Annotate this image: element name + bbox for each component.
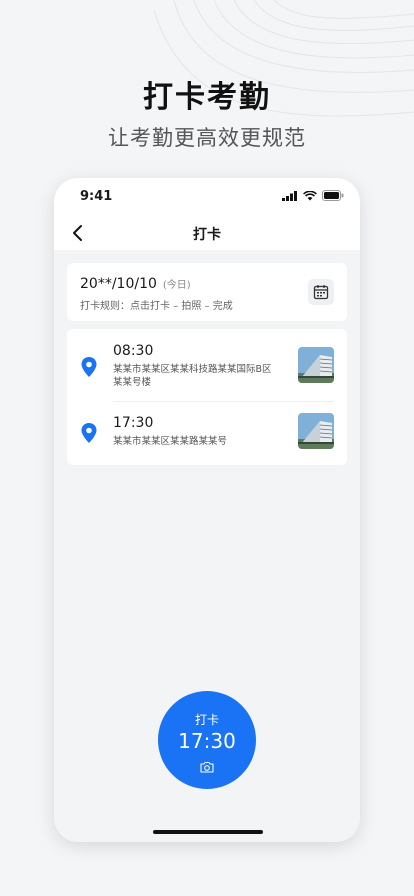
current-date: 20**/10/10: [80, 276, 157, 292]
record-photo-thumbnail[interactable]: [298, 413, 334, 449]
home-indicator: [153, 830, 263, 834]
record-address: 某某市某某区某某路某某号: [113, 436, 228, 447]
today-badge: (今日): [162, 280, 191, 291]
location-pin-icon: [81, 423, 97, 443]
nav-title: 打卡: [193, 227, 221, 243]
battery-icon: [322, 190, 344, 201]
location-pin-icon: [81, 357, 97, 377]
punch-button-label: 打卡: [194, 713, 219, 727]
punch-button[interactable]: 打卡 17:30: [158, 691, 256, 789]
record-photo-thumbnail[interactable]: [298, 347, 334, 383]
status-bar: 9:41: [54, 178, 360, 216]
calendar-icon: [313, 285, 329, 300]
record-divider: [113, 401, 334, 402]
record-time: 08:30: [113, 343, 154, 359]
date-text: 20**/10/10 (今日): [80, 276, 191, 292]
hero-subtitle: 让考勤更高效更规范: [108, 126, 306, 150]
phone-mockup: 9:41 打卡 20**/10/10 (今日) 打卡规则：点击打卡 – 拍照 – …: [54, 178, 360, 842]
date-card: 20**/10/10 (今日) 打卡规则：点击打卡 – 拍照 – 完成: [67, 263, 347, 321]
record-time: 17:30: [113, 415, 154, 431]
building-photo-icon: [298, 347, 334, 383]
status-time: 9:41: [80, 189, 113, 204]
record-item[interactable]: 17:30 某某市某某区某某路某某号: [67, 405, 347, 467]
punch-rule: 打卡规则：点击打卡 – 拍照 – 完成: [80, 301, 233, 312]
record-address: 某某市某某区某某科技路某某国际B区某某号楼: [113, 364, 272, 388]
punch-records: 08:30 某某市某某区某某科技路某某国际B区某某号楼 17:30 某某市某某区…: [67, 329, 347, 465]
status-icons: [282, 190, 344, 201]
signal-icon: [282, 190, 297, 201]
calendar-button[interactable]: [308, 279, 334, 305]
punch-button-time: 17:30: [178, 729, 236, 753]
camera-icon: [200, 761, 214, 773]
record-item[interactable]: 08:30 某某市某某区某某科技路某某国际B区某某号楼: [67, 337, 347, 399]
nav-bar: 打卡: [54, 216, 360, 250]
wifi-icon: [303, 190, 317, 200]
building-photo-icon: [298, 413, 334, 449]
hero-title: 打卡考勤: [143, 80, 271, 115]
